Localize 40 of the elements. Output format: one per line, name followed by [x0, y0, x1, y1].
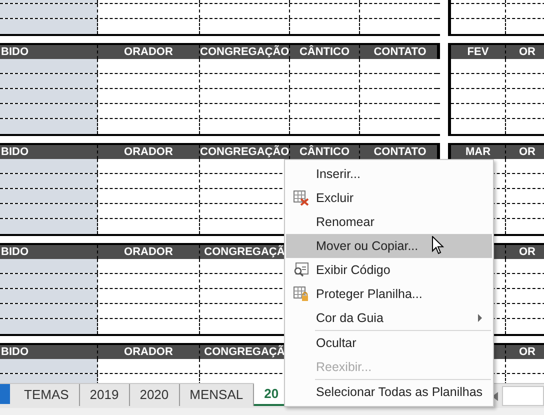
column-header: ORADOR — [124, 46, 173, 58]
column-header: CONGREGAÇÃO — [200, 46, 290, 58]
column-header: CÂNTICO — [299, 46, 350, 58]
column-header: CONTATO — [374, 146, 426, 158]
column-header: OR — [519, 46, 536, 58]
menu-item[interactable]: Cor da Guia — [286, 306, 492, 330]
column-header: BIDO — [1, 246, 28, 258]
sheet-tab[interactable]: 2020 — [130, 384, 180, 406]
menu-item[interactable]: Proteger Planilha... — [286, 282, 492, 306]
sheet-tab[interactable]: 2019 — [80, 384, 130, 406]
column-header: FEV — [467, 46, 489, 58]
column-header: ORADOR — [124, 246, 173, 258]
horizontal-scrollbar[interactable] — [502, 386, 544, 406]
menu-item[interactable]: Ocultar — [286, 331, 492, 355]
menu-item[interactable]: Renomear — [286, 210, 492, 234]
column-header: ORADOR — [124, 346, 173, 358]
column-header: CÂNTICO — [299, 146, 350, 158]
column-header: OR — [519, 346, 536, 358]
menu-item[interactable]: Mover ou Copiar... — [286, 234, 492, 258]
menu-item[interactable]: Exibir Código — [286, 258, 492, 282]
column-header: CONGREGAÇÃO — [200, 146, 290, 158]
column-header: CONGREGAÇÃ — [204, 246, 285, 258]
delete-sheet-icon — [293, 190, 309, 206]
column-header: CONTATO — [374, 46, 426, 58]
column-header: BIDO — [1, 46, 28, 58]
column-header: BIDO — [1, 146, 28, 158]
column-header: MAR — [465, 146, 491, 158]
view-code-icon — [293, 262, 309, 278]
column-header: ORADOR — [124, 146, 173, 158]
mouse-cursor-icon — [432, 236, 444, 255]
lock-sheet-icon — [293, 286, 309, 302]
column-header: BIDO — [1, 346, 28, 358]
sheet-tab[interactable]: TEMAS — [14, 384, 80, 406]
menu-item[interactable]: Selecionar Todas as Planilhas — [286, 380, 492, 404]
column-header: OR — [519, 246, 536, 258]
scroll-indicator-icon — [0, 384, 10, 404]
menu-item[interactable]: Excluir — [286, 186, 492, 210]
menu-item[interactable]: Inserir... — [286, 162, 492, 186]
column-header: OR — [519, 146, 536, 158]
column-header: CONGREGAÇÃ — [204, 346, 285, 358]
